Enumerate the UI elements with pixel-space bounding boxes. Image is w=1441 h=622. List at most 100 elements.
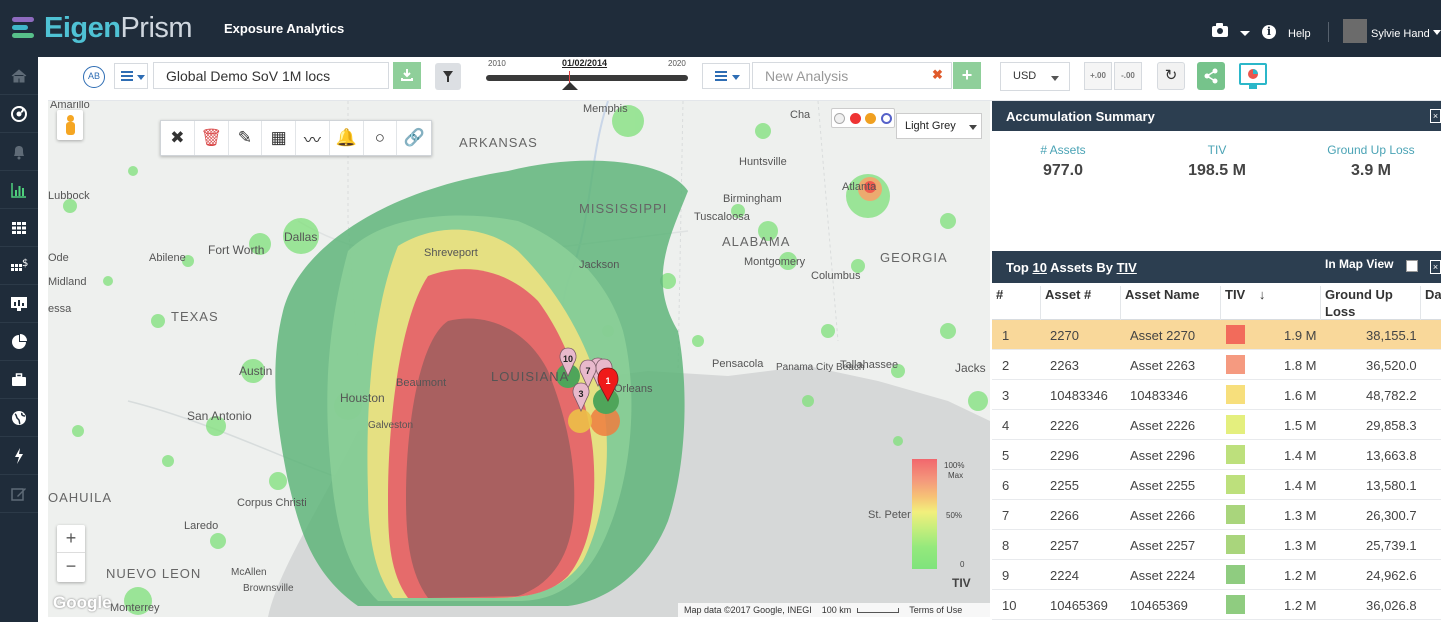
currency-select[interactable]: USD bbox=[1000, 62, 1070, 91]
zoom-in-button[interactable]: + bbox=[57, 525, 85, 553]
help-link[interactable]: Help bbox=[1288, 28, 1311, 40]
row-asset-name: Asset 2296 bbox=[1130, 448, 1196, 463]
close-top-assets-icon[interactable]: × bbox=[1430, 260, 1441, 274]
row-ground-up-loss: 38,155.1 bbox=[1366, 328, 1417, 343]
table-header: # Asset # Asset Name TIV ↓ Ground Up Los… bbox=[992, 283, 1441, 320]
sidebar-item-portfolio[interactable] bbox=[0, 361, 38, 399]
refresh-button[interactable]: ↻ bbox=[1157, 62, 1185, 90]
basemap-style-select[interactable]: Light Grey bbox=[896, 113, 982, 139]
timeline-slider-handle[interactable] bbox=[562, 82, 578, 90]
table-row[interactable]: 2 2263 Asset 2263 1.8 M 36,520.0 bbox=[992, 350, 1441, 380]
top-metric-selector[interactable]: TIV bbox=[1117, 260, 1137, 275]
col-header-rank[interactable]: # bbox=[992, 286, 1003, 320]
row-asset-no: 2226 bbox=[1050, 418, 1079, 433]
share-icon bbox=[1204, 68, 1218, 84]
in-map-view-checkbox[interactable] bbox=[1406, 260, 1418, 272]
tools-icon[interactable]: ✖ bbox=[161, 121, 195, 155]
trend-icon[interactable]: 〰 bbox=[296, 121, 330, 155]
eigenprism-logo[interactable]: Eigen Prism bbox=[12, 12, 193, 44]
table-row[interactable]: 6 2255 Asset 2255 1.4 M 13,580.1 bbox=[992, 470, 1441, 500]
add-decimal-button[interactable]: +.00 bbox=[1084, 62, 1112, 90]
table-row[interactable]: 5 2296 Asset 2296 1.4 M 13,663.8 bbox=[992, 440, 1441, 470]
close-layer-icon[interactable] bbox=[849, 112, 861, 124]
top-count-selector[interactable]: 10 bbox=[1032, 260, 1046, 275]
table-row[interactable]: 8 2257 Asset 2257 1.3 M 25,739.1 bbox=[992, 530, 1441, 560]
table-row[interactable]: 9 2224 Asset 2224 1.2 M 24,962.6 bbox=[992, 560, 1441, 590]
zoom-out-button[interactable]: − bbox=[57, 553, 85, 581]
row-asset-name: Asset 2270 bbox=[1130, 328, 1196, 343]
camera-icon[interactable] bbox=[1212, 23, 1228, 37]
table-row[interactable]: 4 2226 Asset 2226 1.5 M 29,858.3 bbox=[992, 410, 1441, 440]
tiv-color-swatch bbox=[1226, 535, 1245, 554]
table-row[interactable]: 1 2270 Asset 2270 1.9 M 38,155.1 bbox=[992, 320, 1441, 350]
place-label: Austin bbox=[239, 364, 272, 378]
table-row[interactable]: 10 10465369 10465369 1.2 M 36,026.8 bbox=[992, 590, 1441, 620]
tiv-color-swatch bbox=[1226, 475, 1245, 494]
place-label: Lubbock bbox=[48, 190, 90, 202]
row-asset-name: Asset 2255 bbox=[1130, 478, 1196, 493]
screenshot-caret-icon[interactable] bbox=[1240, 31, 1250, 36]
calculator-icon[interactable]: ▦ bbox=[262, 121, 296, 155]
tiv-color-swatch bbox=[1226, 445, 1245, 464]
trash-icon[interactable]: 🗑 bbox=[195, 121, 229, 155]
analysis-list-dropdown[interactable] bbox=[702, 63, 750, 89]
presentation-button[interactable] bbox=[1239, 63, 1267, 89]
info-icon[interactable]: i bbox=[1262, 25, 1276, 39]
table-row[interactable]: 3 10483346 10483346 1.6 M 48,782.2 bbox=[992, 380, 1441, 410]
sidebar-item-home[interactable] bbox=[0, 57, 38, 95]
alert-bell-icon[interactable]: 🔔 bbox=[330, 121, 364, 155]
sidebar-item-events[interactable] bbox=[0, 437, 38, 475]
portfolio-list-dropdown[interactable] bbox=[114, 63, 148, 89]
add-analysis-button[interactable]: + bbox=[953, 62, 981, 89]
sidebar-item-global[interactable] bbox=[0, 399, 38, 437]
sidebar-item-grid[interactable] bbox=[0, 209, 38, 247]
terms-link[interactable]: Terms of Use bbox=[909, 605, 962, 615]
table-row[interactable]: 7 2266 Asset 2266 1.3 M 26,300.7 bbox=[992, 500, 1441, 530]
link-icon[interactable]: 🔗 bbox=[397, 121, 431, 155]
close-summary-icon[interactable]: × bbox=[1430, 109, 1441, 123]
col-header-damage[interactable]: Da bbox=[1420, 286, 1441, 320]
remove-decimal-button[interactable]: -.00 bbox=[1114, 62, 1142, 90]
fire-layer-icon[interactable] bbox=[865, 112, 877, 124]
sidebar-item-reports[interactable] bbox=[0, 323, 38, 361]
timeline-slider-track[interactable] bbox=[486, 75, 688, 81]
analysis-name-input[interactable]: New Analysis bbox=[752, 62, 952, 89]
row-asset-name: Asset 2224 bbox=[1130, 568, 1196, 583]
filter-icon bbox=[443, 71, 453, 82]
sidebar-item-alerts[interactable] bbox=[0, 133, 38, 171]
search-icon[interactable]: ○ bbox=[364, 121, 398, 155]
place-label: Corpus Christi bbox=[237, 497, 307, 509]
portfolio-selector[interactable]: Global Demo SoV 1M locs bbox=[153, 62, 389, 89]
place-label: St. Peter bbox=[868, 509, 911, 521]
place-label: Abilene bbox=[149, 252, 186, 264]
exposure-map[interactable]: 10 7 3 1 Amarillo Lubbock ARKANSAS Memph… bbox=[48, 101, 990, 617]
col-header-tiv[interactable]: TIV ↓ bbox=[1220, 286, 1320, 320]
clear-analysis-icon[interactable]: ✖ bbox=[932, 67, 943, 83]
sidebar-item-financial[interactable]: $ bbox=[0, 247, 38, 285]
draw-icon[interactable]: ✎ bbox=[229, 121, 263, 155]
target-layer-icon[interactable] bbox=[880, 112, 892, 124]
assets-count-value: 977.0 bbox=[1042, 162, 1084, 179]
download-button[interactable] bbox=[393, 62, 421, 89]
row-asset-no: 2224 bbox=[1050, 568, 1079, 583]
place-label: MISSISSIPPI bbox=[579, 201, 667, 216]
user-name[interactable]: Sylvie Hand bbox=[1371, 28, 1430, 40]
place-label: Midland bbox=[48, 276, 87, 288]
ab-compare-button[interactable]: AB bbox=[83, 66, 105, 88]
sidebar-item-edit[interactable] bbox=[0, 475, 38, 513]
user-menu-caret-icon[interactable] bbox=[1433, 30, 1441, 35]
map-canvas[interactable]: 10 7 3 1 Amarillo Lubbock ARKANSAS Memph… bbox=[48, 101, 990, 617]
share-button[interactable] bbox=[1197, 62, 1225, 90]
street-view-pegman-icon[interactable] bbox=[57, 110, 83, 140]
col-header-asset-name[interactable]: Asset Name bbox=[1120, 286, 1220, 320]
place-label: Ode bbox=[48, 252, 69, 264]
sidebar-item-hurricane[interactable] bbox=[0, 95, 38, 133]
row-ground-up-loss: 13,580.1 bbox=[1366, 478, 1417, 493]
avatar[interactable] bbox=[1343, 19, 1367, 43]
sidebar-item-analytics[interactable] bbox=[0, 171, 38, 209]
select-layer-icon[interactable] bbox=[834, 112, 846, 124]
row-tiv: 1.3 M bbox=[1284, 508, 1317, 523]
sidebar-item-dashboard[interactable] bbox=[0, 285, 38, 323]
col-header-ground-up-loss[interactable]: Ground Up Loss bbox=[1320, 286, 1420, 320]
col-header-asset-no[interactable]: Asset # bbox=[1040, 286, 1120, 320]
